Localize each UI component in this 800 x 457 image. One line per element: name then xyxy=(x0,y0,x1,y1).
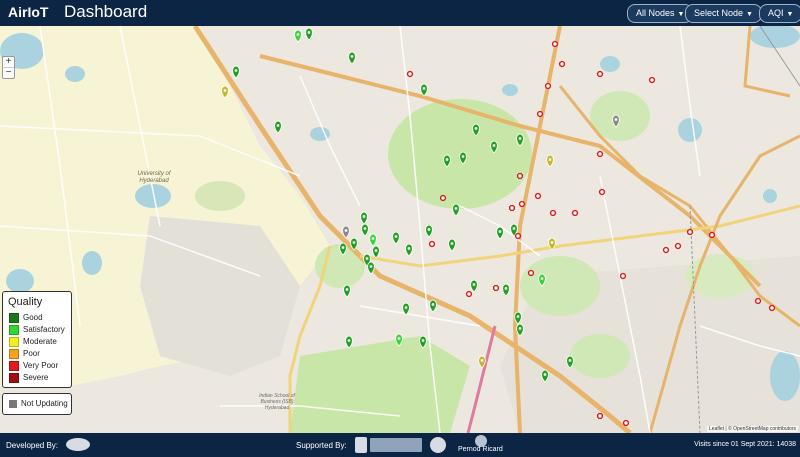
legend-item-satisfactory: Satisfactory xyxy=(9,325,65,335)
legend-label: Very Poor xyxy=(23,361,59,371)
page-title: Dashboard xyxy=(64,2,148,21)
legend-item-good: Good xyxy=(9,313,43,323)
legend-not-updating: Not Updating xyxy=(2,393,72,415)
legend-label: Moderate xyxy=(23,337,57,347)
institute-seal-logo xyxy=(430,437,446,453)
legend-swatch xyxy=(9,399,17,408)
map-tiles xyxy=(0,26,800,433)
legend-label: Poor xyxy=(23,349,40,359)
legend-swatch xyxy=(9,361,19,371)
select-node-label: Select Node xyxy=(694,8,744,18)
chevron-down-icon: ▼ xyxy=(746,11,753,18)
developer-logo xyxy=(66,438,90,451)
legend-title: Quality xyxy=(8,296,43,308)
developed-by-label: Developed By: xyxy=(6,441,59,450)
legend-swatch xyxy=(9,373,19,383)
legend-item-poor: Poor xyxy=(9,349,40,359)
supported-by-label: Supported By: xyxy=(296,441,347,450)
legend-item-severe: Severe xyxy=(9,373,48,383)
sponsor-name: Pernod Ricard xyxy=(458,446,503,453)
legend-swatch xyxy=(9,337,19,347)
zoom-control: + − xyxy=(2,56,15,79)
map-view[interactable]: University of Hyderabad Indian School of… xyxy=(0,26,800,433)
map-label-school: Indian School of Business (ISB) Hyderaba… xyxy=(259,393,295,411)
chevron-down-icon: ▼ xyxy=(786,11,794,18)
legend-label: Severe xyxy=(23,373,49,383)
all-nodes-dropdown[interactable]: All Nodes ▼ xyxy=(627,4,694,23)
app-footer: Developed By: Supported By: Pernod Ricar… xyxy=(0,433,800,457)
legend-swatch xyxy=(9,325,19,335)
quality-legend: Quality Good Satisfactory Moderate Poor … xyxy=(2,291,72,388)
legend-item-moderate: Moderate xyxy=(9,337,57,347)
all-nodes-label: All Nodes xyxy=(636,8,675,18)
legend-label: Satisfactory xyxy=(23,325,65,335)
map-attribution[interactable]: Leaflet | © OpenStreetMap contributors xyxy=(707,426,798,432)
legend-label: Good xyxy=(23,313,43,323)
aqi-dropdown[interactable]: AQI ▼ xyxy=(759,4,800,23)
emblem-logo xyxy=(355,437,367,453)
select-node-dropdown[interactable]: Select Node ▼ xyxy=(685,4,762,23)
brand-logo: AirIoT xyxy=(8,4,49,20)
chevron-down-icon: ▼ xyxy=(677,11,685,18)
visits-counter: Visits since 01 Sept 2021: 14038 xyxy=(694,441,796,448)
legend-item-very-poor: Very Poor xyxy=(9,361,58,371)
zoom-out-button[interactable]: − xyxy=(3,67,14,78)
legend-label: Not Updating xyxy=(21,399,68,408)
legend-swatch xyxy=(9,313,19,323)
aqi-label: AQI xyxy=(768,8,784,18)
app-header: AirIoT Dashboard All Nodes ▼ Select Node ▼… xyxy=(0,0,800,26)
map-label-university: University of Hyderabad xyxy=(137,171,171,184)
dst-logo xyxy=(370,438,422,452)
zoom-in-button[interactable]: + xyxy=(3,57,14,67)
legend-swatch xyxy=(9,349,19,359)
